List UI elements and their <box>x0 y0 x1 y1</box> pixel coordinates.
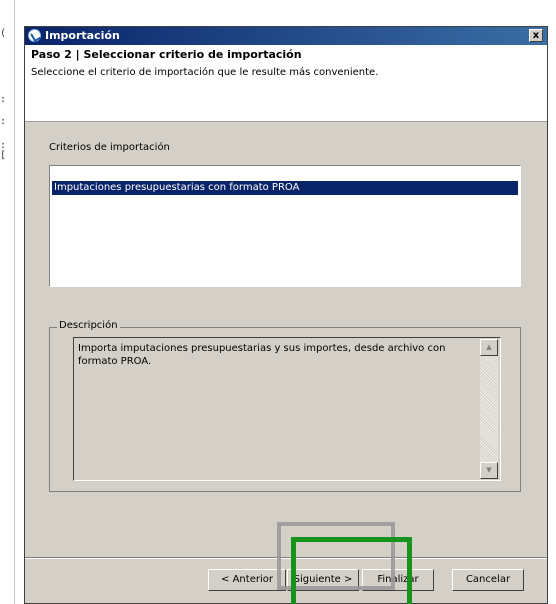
import-dialog: Importación x Paso 2 | Seleccionar crite… <box>24 26 548 604</box>
step-title: Paso 2 | Seleccionar criterio de importa… <box>31 48 302 61</box>
description-textarea[interactable]: Importa imputaciones presupuestarias y s… <box>73 337 501 481</box>
description-text: Importa imputaciones presupuestarias y s… <box>78 343 446 367</box>
criteria-label: Criterios de importación <box>49 142 170 153</box>
scroll-up-icon[interactable]: ▲ <box>480 339 498 356</box>
step-description: Seleccione el criterio de importación qu… <box>31 67 379 78</box>
criteria-listbox[interactable]: Imputaciones presupuestarias con formato… <box>49 165 521 287</box>
scroll-down-icon[interactable]: ▼ <box>480 462 498 479</box>
background-fragment: ( <box>0 28 7 39</box>
previous-button[interactable]: < Anterior <box>208 569 286 591</box>
cancel-button[interactable]: Cancelar <box>452 569 524 591</box>
background-fragment: : <box>0 116 7 127</box>
title-bar[interactable]: Importación x <box>25 27 547 45</box>
background-fragment: [ <box>0 150 7 161</box>
close-button[interactable]: x <box>529 29 543 42</box>
background-fragment: : <box>0 94 7 105</box>
wizard-header: Paso 2 | Seleccionar criterio de importa… <box>25 45 547 122</box>
background-divider <box>14 0 15 604</box>
highlight-green-box <box>291 537 412 604</box>
description-scrollbar[interactable]: ▲ ▼ <box>480 339 498 479</box>
dialog-title: Importación <box>45 29 120 42</box>
description-legend: Descripción <box>57 320 120 331</box>
app-logo-icon <box>28 29 41 42</box>
criteria-list-item[interactable]: Imputaciones presupuestarias con formato… <box>52 181 518 195</box>
